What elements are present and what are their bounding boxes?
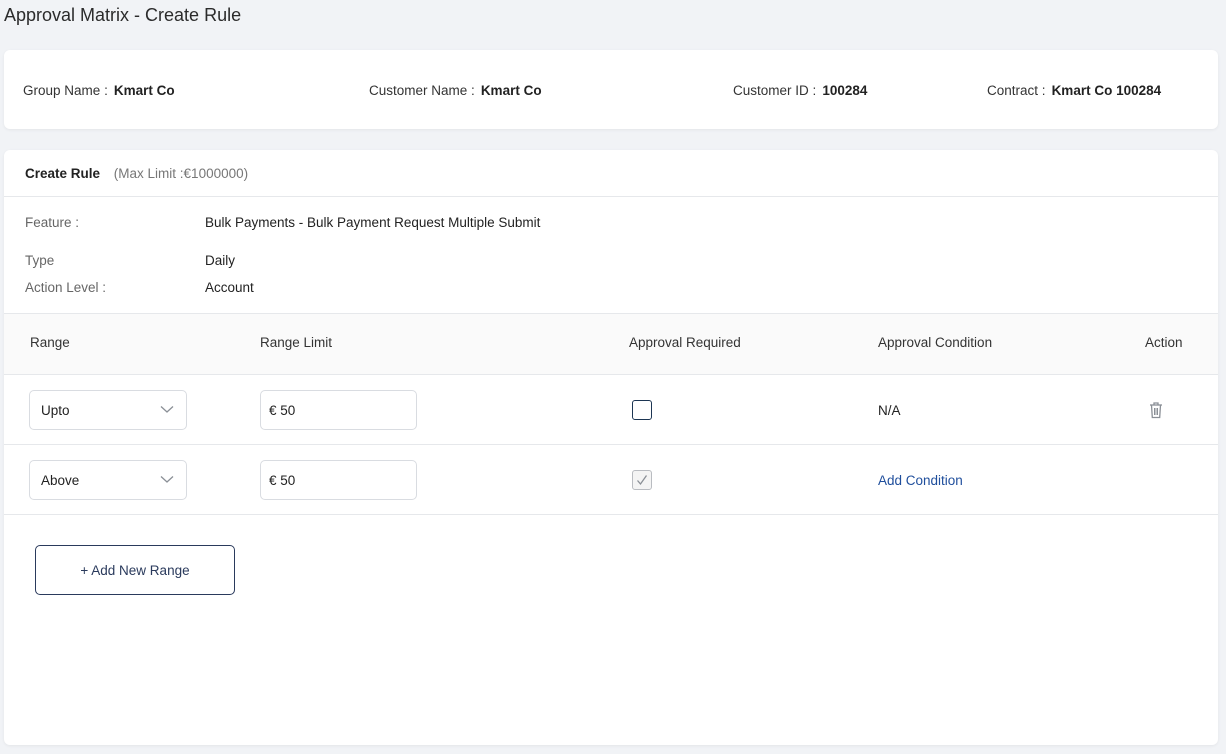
feature-value: Bulk Payments - Bulk Payment Request Mul… (205, 215, 541, 230)
header-approval-condition: Approval Condition (878, 335, 993, 350)
header-range: Range (30, 335, 70, 350)
action-level-label: Action Level : (25, 280, 107, 295)
feature-label: Feature : (25, 215, 80, 230)
approval-condition-text: N/A (878, 403, 901, 418)
colon: : (812, 83, 817, 98)
range-limit-input[interactable]: € 50 (260, 390, 417, 430)
range-limit-value: € 50 (269, 473, 296, 488)
customer-id-label: Customer ID (733, 83, 809, 98)
contract-field: Contract : Kmart Co 100284 (987, 83, 1161, 98)
table-row: Above € 50 Add Condition (4, 445, 1218, 515)
contract-value: Kmart Co 100284 (1051, 83, 1162, 98)
checkmark-icon (637, 475, 648, 486)
range-select-value: Upto (41, 403, 70, 418)
header-approval-required: Approval Required (629, 335, 741, 350)
colon: : (104, 83, 108, 98)
customer-name-value: Kmart Co (480, 83, 542, 98)
customer-id-field: Customer ID :100284 (733, 83, 867, 98)
customer-info-card: Group Name : Kmart Co Customer Name : Kmar… (4, 50, 1218, 129)
chevron-down-icon (160, 476, 174, 483)
table-row: Upto € 50 N/A (4, 375, 1218, 445)
range-select[interactable]: Upto (29, 390, 187, 430)
header-action: Action (1145, 335, 1183, 350)
header-range-limit: Range Limit (260, 335, 333, 350)
range-limit-input[interactable]: € 50 (260, 460, 417, 500)
type-value: Daily (205, 253, 236, 268)
colon: : (1041, 83, 1046, 98)
range-limit-value: € 50 (269, 403, 296, 418)
customer-name-field: Customer Name : Kmart Co (369, 83, 542, 98)
colon: : (471, 83, 475, 98)
page-title: Approval Matrix - Create Rule (4, 5, 242, 25)
contract-label: Contract (987, 83, 1039, 98)
add-new-range-button[interactable]: + Add New Range (35, 545, 235, 595)
chevron-down-icon (160, 406, 174, 413)
action-level-value: Account (205, 280, 254, 295)
create-rule-header: Create Rule (Max Limit :€1000000) (4, 150, 1218, 197)
range-select-value: Above (41, 473, 80, 488)
range-select[interactable]: Above (29, 460, 187, 500)
trash-icon[interactable] (1147, 400, 1165, 420)
create-rule-title: Create Rule (25, 166, 101, 181)
range-table-header: Range Range Limit Approval Required Appr… (4, 313, 1218, 375)
customer-name-label: Customer Name (369, 83, 468, 98)
max-limit-text: (Max Limit :€1000000) (113, 166, 249, 181)
customer-id-value: 100284 (822, 83, 868, 98)
create-rule-card: Create Rule (Max Limit :€1000000) Featur… (4, 150, 1218, 745)
group-name-field: Group Name : Kmart Co (23, 83, 175, 98)
add-condition-link[interactable]: Add Condition (878, 473, 963, 488)
type-label: Type (25, 253, 55, 268)
group-name-label: Group Name (23, 83, 101, 98)
group-name-value: Kmart Co (113, 83, 175, 98)
approval-required-checkbox[interactable] (632, 470, 652, 490)
approval-required-checkbox[interactable] (632, 400, 652, 420)
